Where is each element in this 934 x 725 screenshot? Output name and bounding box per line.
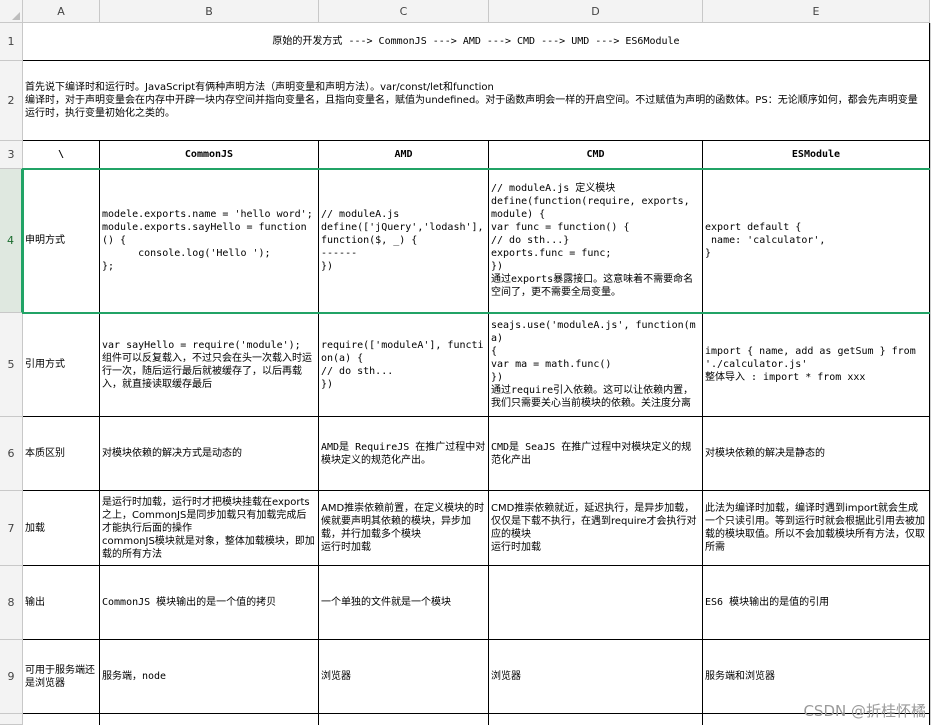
row-header-6[interactable]: 6	[0, 417, 23, 491]
cell-esm-import[interactable]: import { name, add as getSum } from './c…	[703, 313, 930, 417]
cell-text: CMD推崇依赖就近，延迟执行，是异步加载，仅仅是下载不执行，在遇到require…	[491, 503, 697, 553]
header-cell-commonjs[interactable]: CommonJS	[100, 141, 319, 169]
cell-row10-a[interactable]	[23, 714, 100, 725]
cell-esm-difference[interactable]: 对模块依赖的解决是静态的	[703, 417, 930, 491]
cell-cmd-platform[interactable]: 浏览器	[489, 640, 703, 714]
cell-amd-loading[interactable]: AMD推崇依赖前置，在定义模块的时候就要声明其依赖的模块，异步加载，并行加载多个…	[319, 491, 489, 566]
cell-text: 此法为编译时加载，编译时遇到import就会生成一个只读引用。等到运行时就会根据…	[705, 503, 925, 553]
cell-amd-output[interactable]: 一个单独的文件就是一个模块	[319, 566, 489, 640]
cell-esm-output[interactable]: ES6 模块输出的是值的引用	[703, 566, 930, 640]
cell-text: ES6 模块输出的是值的引用	[705, 597, 830, 608]
header-cmd: CMD	[586, 149, 605, 160]
row-header-10[interactable]	[0, 714, 23, 725]
row-label-text: 输出	[25, 597, 45, 608]
cell-commonjs-import[interactable]: var sayHello = require('module'); 组件可以反复…	[100, 313, 319, 417]
header-cell-esmodule[interactable]: ESModule	[703, 141, 930, 169]
row-header-5[interactable]: 5	[0, 313, 23, 417]
cell-text: 服务端，node	[102, 671, 167, 682]
header-cell-cmd[interactable]: CMD	[489, 141, 703, 169]
column-header-b[interactable]: B	[100, 0, 319, 23]
cell-text: 对模块依赖的解决方式是动态的	[102, 448, 242, 459]
cell-text: CMD是 SeaJS 在推广过程中对模块定义的规范化产出	[491, 441, 692, 466]
cell-text: 浏览器	[321, 671, 351, 682]
cell-text: require(['moduleA'], function(a) { // do…	[321, 339, 484, 390]
row-label-text: 申明方式	[25, 235, 65, 246]
cell-row10-d[interactable]	[489, 714, 703, 725]
cell-text: CommonJS 模块输出的是一个值的拷贝	[102, 597, 277, 608]
cell-cmd-import[interactable]: seajs.use('moduleA.js', function(ma) { v…	[489, 313, 703, 417]
column-header-e[interactable]: E	[703, 0, 930, 23]
cell-text: // moduleA.js define(['jQuery','lodash']…	[321, 209, 484, 272]
row-label-text: 加载	[25, 522, 45, 534]
row-label-output[interactable]: 输出	[23, 566, 100, 640]
cell-text: 是运行时加载，运行时才把模块挂载在exports之上，CommonJS是同步加载…	[102, 496, 315, 560]
row-header-4[interactable]: 4	[0, 169, 23, 313]
row-header-2[interactable]: 2	[0, 61, 23, 141]
cell-cmd-output[interactable]	[489, 566, 703, 640]
row-label-declare[interactable]: 申明方式	[23, 169, 100, 313]
cell-text: 对模块依赖的解决是静态的	[705, 448, 825, 459]
watermark: CSDN @折桂怀橘	[803, 702, 926, 720]
header-backslash: \	[57, 149, 65, 160]
cell-commonjs-platform[interactable]: 服务端，node	[100, 640, 319, 714]
cell-amd-declare[interactable]: // moduleA.js define(['jQuery','lodash']…	[319, 169, 489, 313]
header-commonjs: CommonJS	[184, 149, 234, 160]
cell-text: 服务端和浏览器	[705, 671, 775, 682]
cell-esm-declare[interactable]: export default { name: 'calculator', }	[703, 169, 930, 313]
intro-text: 首先说下编译时和运行时。JavaScript有俩种声明方法（声明变量和声明方法）…	[25, 82, 918, 119]
row-header-1[interactable]: 1	[0, 23, 23, 61]
row-header-9[interactable]: 9	[0, 640, 23, 714]
cell-text: 一个单独的文件就是一个模块	[321, 597, 451, 608]
row-label-text: 可用于服务端还是浏览器	[25, 664, 95, 689]
cell-amd-import[interactable]: require(['moduleA'], function(a) { // do…	[319, 313, 489, 417]
cell-commonjs-difference[interactable]: 对模块依赖的解决方式是动态的	[100, 417, 319, 491]
cell-text: import { name, add as getSum } from './c…	[705, 346, 916, 383]
row-header-8[interactable]: 8	[0, 566, 23, 640]
header-amd: AMD	[394, 149, 413, 160]
cell-amd-difference[interactable]: AMD是 RequireJS 在推广过程中对模块定义的规范化产出。	[319, 417, 489, 491]
cell-amd-platform[interactable]: 浏览器	[319, 640, 489, 714]
row-header-7[interactable]: 7	[0, 491, 23, 566]
cell-text: modele.exports.name = 'hello word'; modu…	[102, 209, 313, 272]
select-all-corner[interactable]	[0, 0, 23, 23]
header-esmodule: ESModule	[791, 149, 841, 160]
cell-cmd-loading[interactable]: CMD推崇依赖就近，延迟执行，是异步加载，仅仅是下载不执行，在遇到require…	[489, 491, 703, 566]
cell-cmd-difference[interactable]: CMD是 SeaJS 在推广过程中对模块定义的规范化产出	[489, 417, 703, 491]
cell-text: seajs.use('moduleA.js', function(ma) { v…	[491, 320, 696, 409]
row-label-text: 本质区别	[25, 448, 65, 459]
cell-text: export default { name: 'calculator', }	[705, 222, 826, 259]
right-gutter	[930, 23, 934, 725]
column-header-c[interactable]: C	[319, 0, 489, 23]
cell-text: // moduleA.js 定义模块 define(function(requi…	[491, 183, 694, 298]
cell-esm-loading[interactable]: 此法为编译时加载，编译时遇到import就会生成一个只读引用。等到运行时就会根据…	[703, 491, 930, 566]
cell-text: 浏览器	[491, 671, 521, 682]
cell-row10-b[interactable]	[100, 714, 319, 725]
cell-text: AMD是 RequireJS 在推广过程中对模块定义的规范化产出。	[321, 441, 486, 466]
cell-commonjs-loading[interactable]: 是运行时加载，运行时才把模块挂载在exports之上，CommonJS是同步加载…	[100, 491, 319, 566]
cell-cmd-declare[interactable]: // moduleA.js 定义模块 define(function(requi…	[489, 169, 703, 313]
row-header-3[interactable]: 3	[0, 141, 23, 169]
spreadsheet[interactable]: A B C D E 1 2 3 4 5 6 7 8 9 原始的开发方式 --->…	[0, 0, 934, 725]
row-label-difference[interactable]: 本质区别	[23, 417, 100, 491]
row-label-import[interactable]: 引用方式	[23, 313, 100, 417]
row-label-loading[interactable]: 加载	[23, 491, 100, 566]
row-label-platform[interactable]: 可用于服务端还是浏览器	[23, 640, 100, 714]
cell-intro[interactable]: 首先说下编译时和运行时。JavaScript有俩种声明方法（声明变量和声明方法）…	[23, 61, 930, 141]
cell-title[interactable]: 原始的开发方式 ---> CommonJS ---> AMD ---> CMD …	[23, 23, 930, 61]
row-label-text: 引用方式	[25, 359, 65, 370]
cell-commonjs-output[interactable]: CommonJS 模块输出的是一个值的拷贝	[100, 566, 319, 640]
cell-text: var sayHello = require('module'); 组件可以反复…	[102, 339, 312, 390]
column-header-d[interactable]: D	[489, 0, 703, 23]
cell-row10-c[interactable]	[319, 714, 489, 725]
column-header-a[interactable]: A	[23, 0, 100, 23]
title-text: 原始的开发方式 ---> CommonJS ---> AMD ---> CMD …	[272, 36, 680, 47]
cell-commonjs-declare[interactable]: modele.exports.name = 'hello word'; modu…	[100, 169, 319, 313]
header-cell-corner[interactable]: \	[23, 141, 100, 169]
cell-text: AMD推崇依赖前置，在定义模块的时候就要声明其依赖的模块，异步加载，并行加载多个…	[321, 503, 485, 553]
header-cell-amd[interactable]: AMD	[319, 141, 489, 169]
